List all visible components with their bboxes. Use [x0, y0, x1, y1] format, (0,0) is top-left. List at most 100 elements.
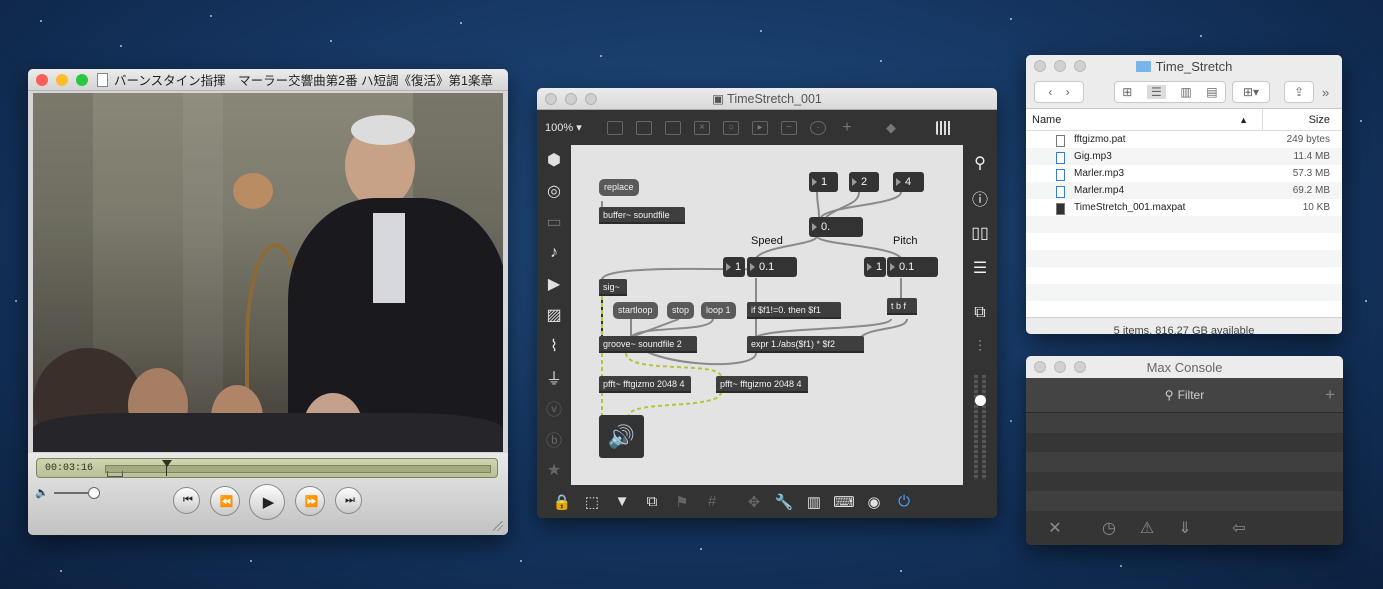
video-frame[interactable]: [33, 93, 503, 452]
paperclip-icon[interactable]: ⌇: [550, 330, 558, 361]
device-icon[interactable]: ▭: [546, 207, 561, 238]
info-icon[interactable]: ⓘ: [972, 180, 988, 215]
power-icon[interactable]: ⏻: [889, 493, 919, 510]
groove-object[interactable]: groove~ soundfile 2: [599, 336, 697, 353]
fast-forward-button[interactable]: ⏩: [295, 486, 325, 516]
comment-toggle-icon[interactable]: ▼: [607, 493, 637, 510]
clear-icon[interactable]: ✕: [1036, 518, 1074, 538]
playhead[interactable]: [162, 460, 172, 467]
icon-view-icon[interactable]: ⊞: [1122, 85, 1132, 99]
play-circle-icon[interactable]: ◉: [859, 493, 889, 511]
size-column-header[interactable]: Size: [1263, 109, 1342, 130]
close-button[interactable]: [545, 93, 557, 105]
piano-icon[interactable]: ▥: [799, 493, 829, 511]
package-icon[interactable]: ⬢: [547, 145, 561, 176]
list-view-icon[interactable]: ☰: [1146, 85, 1166, 99]
float-number-main[interactable]: 0.: [809, 217, 863, 237]
add-icon[interactable]: +: [1325, 385, 1335, 405]
rewind-button[interactable]: ⏪: [210, 486, 240, 516]
column-view-icon[interactable]: ▥: [1180, 85, 1191, 99]
add-icon[interactable]: +: [839, 119, 855, 136]
close-button[interactable]: [36, 74, 48, 86]
play-button[interactable]: ▶: [249, 484, 285, 520]
zoom-menu[interactable]: 100% ▾: [537, 121, 607, 134]
v-icon[interactable]: ⓥ: [546, 392, 562, 423]
close-button[interactable]: [1034, 361, 1046, 373]
patcher-canvas[interactable]: replace buffer~ soundfile 1 2 4 0. Speed…: [571, 145, 963, 485]
zoom-button[interactable]: [76, 74, 88, 86]
minimize-button[interactable]: [1054, 361, 1066, 373]
number-box-1[interactable]: 1: [809, 172, 838, 192]
startloop-message[interactable]: startloop: [613, 302, 658, 319]
presentation-mode-icon[interactable]: ⬚: [577, 493, 607, 511]
message-icon[interactable]: [665, 120, 681, 135]
number-icon[interactable]: ▸: [752, 120, 768, 135]
lock-icon[interactable]: 🔒: [547, 493, 577, 511]
image-icon[interactable]: ▨: [546, 300, 561, 331]
sig-object[interactable]: sig~: [599, 279, 627, 296]
keyboard-icon[interactable]: ⌨: [829, 493, 859, 511]
if-object[interactable]: if $f1!=0. then $f1: [747, 302, 841, 319]
windows-icon[interactable]: ⧉: [637, 493, 667, 510]
toggle-icon[interactable]: ○: [723, 120, 739, 135]
close-button[interactable]: [1034, 60, 1046, 72]
pfft-object-1[interactable]: pfft~ fftgizmo 2048 4: [599, 376, 691, 393]
file-row[interactable]: fftgizmo.pat 249 bytes: [1026, 131, 1342, 148]
number-box-4[interactable]: 4: [893, 172, 924, 192]
file-row[interactable]: Marler.mp4 69.2 MB: [1026, 182, 1342, 199]
wrench-icon[interactable]: 🔧: [769, 493, 799, 511]
minimize-button[interactable]: [565, 93, 577, 105]
skip-forward-button[interactable]: ⏭: [335, 487, 362, 514]
paint-icon[interactable]: ◆: [883, 120, 899, 135]
tbf-object[interactable]: t b f: [887, 298, 917, 315]
minimize-button[interactable]: [1054, 60, 1066, 72]
zoom-button[interactable]: [585, 93, 597, 105]
volume-meter[interactable]: [970, 375, 990, 480]
pfft-object-2[interactable]: pfft~ fftgizmo 2048 4: [716, 376, 808, 393]
mixer-icon[interactable]: ⫶: [978, 330, 982, 365]
share-button[interactable]: ⇪: [1284, 81, 1314, 103]
speed-int-box[interactable]: 1: [723, 257, 745, 277]
debug-icon[interactable]: ⚑: [667, 493, 697, 511]
gallery-view-icon[interactable]: ▤: [1206, 85, 1217, 99]
clock-icon[interactable]: ◷: [1090, 518, 1128, 538]
minimize-button[interactable]: [56, 74, 68, 86]
warning-icon[interactable]: ⚠: [1128, 518, 1166, 538]
file-row[interactable]: TimeStretch_001.maxpat 10 KB: [1026, 199, 1342, 216]
arrange-button[interactable]: ⊞▾: [1232, 81, 1270, 103]
volume-knob[interactable]: [87, 486, 100, 499]
name-column-header[interactable]: Name ▲: [1026, 109, 1263, 130]
loop-message[interactable]: loop 1: [701, 302, 736, 319]
stop-message[interactable]: stop: [667, 302, 695, 319]
filter-field[interactable]: ⚲ Filter +: [1026, 378, 1343, 413]
presentation-icon[interactable]: [607, 120, 623, 135]
file-row[interactable]: Marler.mp3 57.3 MB: [1026, 165, 1342, 182]
search-icon[interactable]: ⚲: [974, 145, 986, 180]
camera-icon[interactable]: ⧉: [974, 295, 985, 330]
plug-icon[interactable]: ⏚: [546, 361, 562, 392]
selection-marker[interactable]: [107, 471, 123, 477]
slider-icon[interactable]: −: [781, 120, 797, 135]
volume-knob[interactable]: [975, 395, 986, 406]
list-icon[interactable]: ☰: [973, 250, 987, 285]
target-icon[interactable]: ◎: [547, 176, 561, 207]
star-icon[interactable]: ★: [547, 454, 561, 485]
speed-float-box[interactable]: 0.1: [747, 257, 797, 277]
skip-back-button[interactable]: ⏮: [173, 487, 200, 514]
grid-icon[interactable]: #: [697, 493, 727, 510]
overflow-icon[interactable]: »: [1322, 85, 1329, 100]
expr-object[interactable]: expr 1./abs($f1) * $f2: [747, 336, 864, 353]
video-icon[interactable]: ▶: [548, 269, 560, 300]
dac-speaker-icon[interactable]: 🔊: [599, 415, 644, 458]
book-icon[interactable]: ▯▯: [971, 215, 989, 250]
zoom-button[interactable]: [1074, 60, 1086, 72]
back-forward-buttons[interactable]: ‹ ›: [1034, 81, 1084, 103]
buffer-object[interactable]: buffer~ soundfile: [599, 207, 685, 224]
pitch-int-box[interactable]: 1: [864, 257, 886, 277]
b-icon[interactable]: ⓑ: [546, 423, 562, 454]
number-box-2[interactable]: 2: [849, 172, 879, 192]
music-note-icon[interactable]: ♪: [550, 238, 558, 269]
grid-menu-icon[interactable]: [936, 120, 952, 135]
button-icon[interactable]: ×: [694, 120, 710, 135]
comment-icon[interactable]: [636, 120, 652, 135]
